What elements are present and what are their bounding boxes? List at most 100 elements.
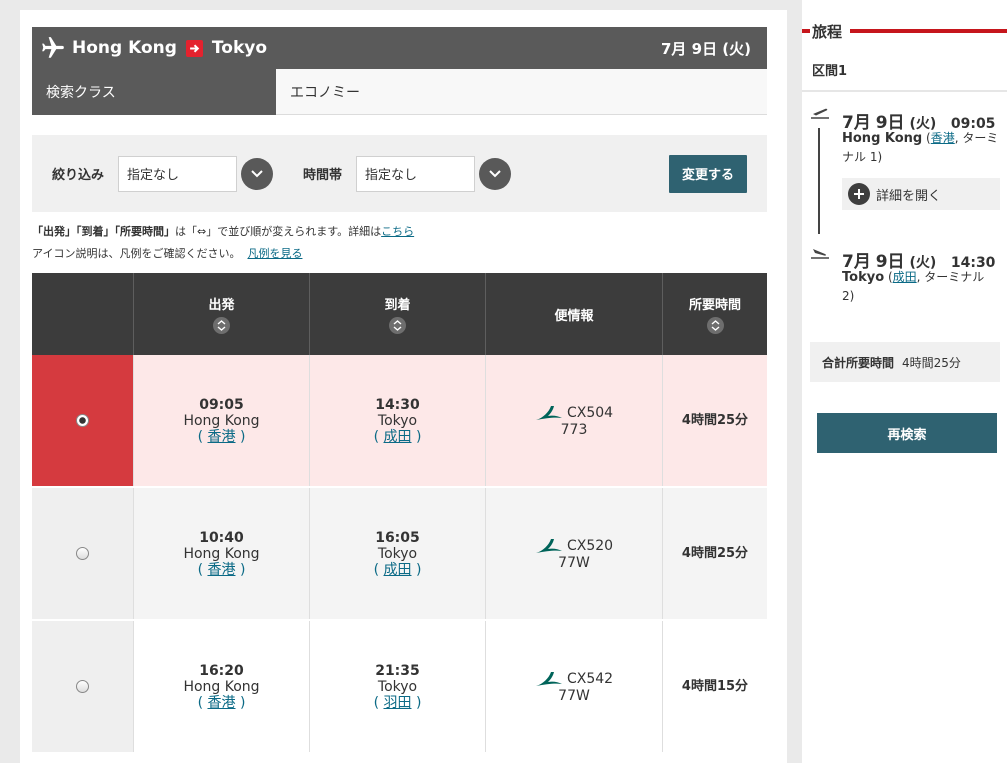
legend-link[interactable]: 凡例を見る <box>247 247 302 260</box>
arr-airport-link[interactable]: 羽田 <box>384 695 412 711</box>
dep-city: Hong Kong <box>183 545 260 562</box>
timeline-line <box>818 128 820 234</box>
departure-header-label: 出発 <box>208 298 235 313</box>
duration: 4時間25分 <box>681 545 749 561</box>
table-row[interactable]: 16:20 Hong Kong ( 香港 ) 21:35 Tokyo ( 羽田 … <box>32 621 767 754</box>
dep-city: Hong Kong <box>842 131 923 146</box>
aircraft-type: 77W <box>558 687 590 704</box>
landing-icon <box>811 249 829 259</box>
table-row[interactable]: 10:40 Hong Kong ( 香港 ) 16:05 Tokyo ( 成田 … <box>32 488 767 621</box>
chevron-down-icon[interactable] <box>479 157 512 190</box>
flight-table: 出発 到着 便情報 所要時間 09:05 Hong Kong ( 香港 ) 14… <box>32 273 767 754</box>
route-header: Hong Kong Tokyo 7月 9日 (火) <box>32 27 767 69</box>
sort-note-strong: 「出発」「到着」「所要時間」 <box>32 225 175 238</box>
duration-cell: 4時間25分 <box>663 488 767 619</box>
arrival-header[interactable]: 到着 <box>310 273 486 355</box>
sort-note: 「出発」「到着」「所要時間」は「⇔」で並び順が変えられます。詳細はこちら <box>32 223 414 239</box>
arrival-cell: 16:05 Tokyo ( 成田 ) <box>310 488 486 619</box>
search-class-row: 検索クラス エコノミー <box>32 69 767 115</box>
search-class-value: エコノミー <box>276 69 767 115</box>
flight-number: CX520 <box>566 537 614 554</box>
search-class-label: 検索クラス <box>32 69 276 115</box>
dep-time: 09:05 <box>199 396 244 413</box>
arr-time: 21:35 <box>375 662 420 679</box>
change-button[interactable]: 変更する <box>669 154 747 193</box>
select-column-header <box>32 273 134 355</box>
arrival-cell: 14:30 Tokyo ( 成田 ) <box>310 355 486 486</box>
flight-number: CX504 <box>566 404 614 421</box>
airplane-icon <box>42 37 64 58</box>
select-cell[interactable] <box>32 488 134 619</box>
duration-header[interactable]: 所要時間 <box>663 273 767 355</box>
arr-airport-link[interactable]: 成田 <box>384 562 412 578</box>
filter-bar: 絞り込み 指定なし 時間帯 指定なし 変更する <box>32 135 767 212</box>
chevron-down-icon[interactable] <box>241 157 274 190</box>
time-select[interactable]: 指定なし <box>356 155 476 192</box>
origin-city: Hong Kong <box>72 38 177 58</box>
narrow-select[interactable]: 指定なし <box>118 155 238 192</box>
aircraft-type: 773 <box>560 421 588 438</box>
cathay-logo-icon <box>535 671 562 686</box>
flight-info-cell: CX504 773 <box>486 355 663 486</box>
arr-city: Tokyo <box>377 412 418 429</box>
flight-results-panel: Hong Kong Tokyo 7月 9日 (火) 検索クラス エコノミー 絞り… <box>20 10 787 763</box>
flight-radio[interactable] <box>76 414 89 427</box>
departure-location: Hong Kong (香港, ターミナル 1) <box>842 131 999 164</box>
arr-city: Tokyo <box>842 270 885 285</box>
sort-icon[interactable] <box>389 317 406 334</box>
flight-number: CX542 <box>566 670 614 687</box>
dep-airport-link[interactable]: 香港 <box>208 695 236 711</box>
arr-time: 14:30 <box>375 396 420 413</box>
arr-city: Tokyo <box>377 678 418 695</box>
research-button[interactable]: 再検索 <box>817 413 997 453</box>
duration-header-label: 所要時間 <box>688 298 741 313</box>
sort-icon[interactable] <box>706 317 724 334</box>
dep-city: Hong Kong <box>183 412 260 429</box>
destination-city: Tokyo <box>211 38 268 58</box>
legend-note-text: アイコン説明は、凡例をご確認ください。 <box>32 247 241 260</box>
cathay-logo-icon <box>535 538 562 553</box>
table-row[interactable]: 09:05 Hong Kong ( 香港 ) 14:30 Tokyo ( 成田 … <box>32 355 767 488</box>
departure-cell: 16:20 Hong Kong ( 香港 ) <box>134 621 310 752</box>
flight-radio[interactable] <box>76 680 89 693</box>
arr-time: 16:05 <box>375 529 420 546</box>
itinerary-sidebar: 旅程 区間1 7月 9日 (火) 09:05 Hong Kong (香港, ター… <box>802 0 1007 763</box>
arr-city: Tokyo <box>377 545 418 562</box>
duration-cell: 4時間15分 <box>663 621 767 752</box>
flight-radio[interactable] <box>76 547 89 560</box>
dep-time: 10:40 <box>199 529 244 546</box>
sort-icon[interactable] <box>213 317 230 334</box>
select-cell[interactable] <box>32 355 134 486</box>
flight-info-header-label: 便情報 <box>554 308 594 324</box>
arr-airport-link[interactable]: 成田 <box>384 429 412 445</box>
departure-header[interactable]: 出発 <box>134 273 310 355</box>
travel-date: 7月 9日 (火) <box>660 39 751 58</box>
flight-info-header: 便情報 <box>486 273 663 355</box>
departure-cell: 10:40 Hong Kong ( 香港 ) <box>134 488 310 619</box>
arr-airport-link[interactable]: 成田 <box>893 270 917 284</box>
dep-airport-link[interactable]: 香港 <box>931 131 955 145</box>
flight-info-cell: CX520 77W <box>486 488 663 619</box>
table-header: 出発 到着 便情報 所要時間 <box>32 273 767 355</box>
select-cell[interactable] <box>32 621 134 752</box>
arrival-cell: 21:35 Tokyo ( 羽田 ) <box>310 621 486 752</box>
duration-cell: 4時間25分 <box>663 355 767 486</box>
dep-city: Hong Kong <box>183 678 260 695</box>
total-duration: 合計所要時間 4時間25分 <box>810 342 1000 382</box>
plus-icon <box>848 183 870 205</box>
divider <box>802 90 1007 92</box>
takeoff-icon <box>811 108 829 119</box>
details-link[interactable]: こちら <box>381 225 414 238</box>
total-duration-label: 合計所要時間 <box>822 355 895 370</box>
duration: 4時間25分 <box>681 412 749 428</box>
segment-label: 区間1 <box>812 64 848 79</box>
sort-note-text: は「⇔」で並び順が変えられます。詳細は <box>175 225 382 238</box>
dep-airport-link[interactable]: 香港 <box>208 429 236 445</box>
arrival-header-label: 到着 <box>384 298 411 313</box>
expand-details-button[interactable]: 詳細を開く <box>842 178 1000 210</box>
flight-info-cell: CX542 77W <box>486 621 663 752</box>
aircraft-type: 77W <box>558 554 590 571</box>
cathay-logo-icon <box>535 405 562 420</box>
departure-cell: 09:05 Hong Kong ( 香港 ) <box>134 355 310 486</box>
dep-airport-link[interactable]: 香港 <box>208 562 236 578</box>
